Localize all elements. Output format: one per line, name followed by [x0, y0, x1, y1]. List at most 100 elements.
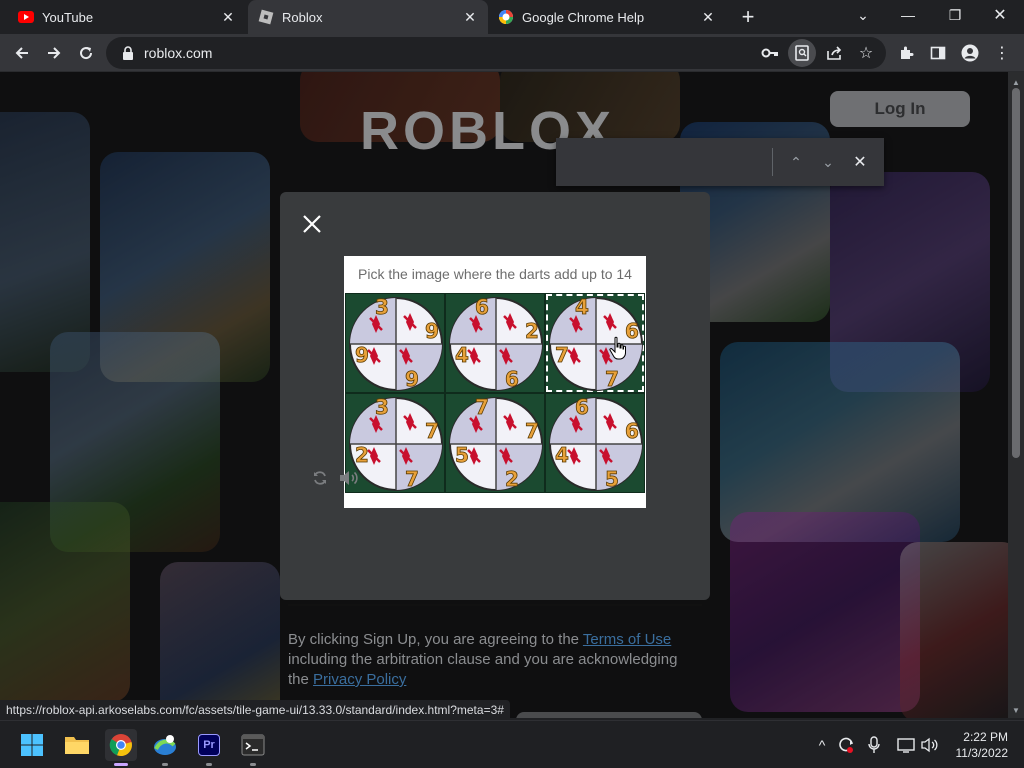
captcha-frame: Pick the image where the darts add up to… — [344, 256, 646, 508]
minimize-icon[interactable]: — — [888, 0, 928, 30]
system-clock[interactable]: 2:22 PM 11/3/2022 — [944, 729, 1009, 761]
dart-number: 9 — [425, 319, 439, 343]
file-explorer-icon[interactable] — [61, 729, 93, 761]
key-icon[interactable] — [756, 39, 784, 67]
find-bar: ⌃ ⌄ ✕ — [556, 138, 884, 186]
premiere-pro-label: Pr — [198, 734, 220, 756]
dartboard-image: 3999 — [349, 295, 443, 391]
new-tab-button[interactable]: + — [736, 4, 760, 29]
dart-number: 6 — [475, 295, 489, 319]
signup-button[interactable] — [516, 712, 702, 718]
find-close-icon[interactable]: ✕ — [848, 150, 872, 174]
terms-text: By clicking Sign Up, you are agreeing to… — [288, 630, 698, 690]
bookmark-star-icon[interactable]: ☆ — [852, 39, 880, 67]
running-app-indicator — [206, 763, 212, 766]
reload-page-icon[interactable] — [72, 39, 100, 67]
close-window-icon[interactable]: ✕ — [980, 0, 1020, 30]
dart-number: 9 — [405, 367, 419, 391]
captcha-tile[interactable]: 3999 — [345, 293, 445, 393]
tab-title: Roblox — [282, 9, 323, 25]
captcha-reload-icon[interactable] — [312, 470, 328, 486]
menu-kebab-icon[interactable]: ⋮ — [988, 39, 1016, 67]
dart-number: 2 — [505, 467, 519, 491]
dart-number: 3 — [375, 395, 389, 419]
network-icon[interactable] — [896, 735, 916, 755]
scrollbar-thumb[interactable] — [1012, 88, 1020, 458]
dartboard-image: 3 7 2 7 — [349, 395, 443, 491]
roblox-icon — [258, 9, 274, 25]
dart-number: 7 — [605, 367, 619, 391]
dart-number: 6 — [575, 395, 589, 419]
dartboard-image: 6246 — [449, 295, 543, 391]
dart-number: 5 — [455, 443, 469, 467]
scroll-down-icon[interactable]: ▼ — [1008, 702, 1024, 718]
lock-icon[interactable] — [116, 46, 140, 60]
captcha-tile[interactable]: 3 7 2 7 — [345, 393, 445, 493]
close-tab-icon[interactable]: ✕ — [700, 9, 716, 25]
running-app-indicator — [162, 763, 168, 766]
close-tab-icon[interactable]: ✕ — [220, 9, 236, 25]
tab-youtube[interactable]: YouTube ✕ — [8, 0, 246, 34]
dart-number: 7 — [425, 419, 439, 443]
captcha-tile-grid: 399962464677372777526645 — [345, 293, 645, 493]
dart-number: 2 — [355, 443, 369, 467]
url-text: roblox.com — [144, 45, 213, 61]
restore-icon[interactable]: ❐ — [935, 0, 975, 30]
google-icon — [498, 9, 514, 25]
captcha-tile[interactable]: 6645 — [545, 393, 645, 493]
dart-number: 4 — [555, 443, 569, 467]
update-sync-icon[interactable] — [836, 735, 856, 755]
page-content: ROBLOX Log In ⌃ ⌄ ✕ Pick the image where… — [0, 72, 1008, 718]
windows-taskbar: Pr ^ 2:22 PM 11/3/2022 — [0, 720, 1024, 768]
tab-chrome-help[interactable]: Google Chrome Help ✕ — [488, 0, 726, 34]
youtube-icon — [18, 9, 34, 25]
chrome-icon[interactable] — [105, 729, 137, 766]
volume-icon[interactable] — [920, 735, 940, 755]
dart-number: 3 — [375, 295, 389, 319]
close-tab-icon[interactable]: ✕ — [462, 9, 478, 25]
dart-number: 4 — [575, 295, 589, 319]
terms-prefix: By clicking Sign Up, you are agreeing to… — [288, 631, 583, 648]
login-button[interactable]: Log In — [830, 91, 970, 127]
captcha-audio-icon[interactable] — [338, 469, 360, 487]
dart-number: 2 — [525, 319, 539, 343]
dart-number: 7 — [525, 419, 539, 443]
extensions-icon[interactable] — [892, 39, 920, 67]
back-icon[interactable] — [8, 39, 36, 67]
find-next-icon[interactable]: ⌄ — [816, 150, 840, 174]
tab-search-icon[interactable]: ⌄ — [843, 0, 883, 30]
dart-number: 7 — [405, 467, 419, 491]
find-in-page-icon[interactable] — [788, 39, 816, 67]
running-app-indicator — [250, 763, 256, 766]
tab-strip: YouTube ✕ Roblox ✕ Google Chrome Help ✕ … — [0, 0, 1024, 34]
photos-icon[interactable] — [149, 729, 181, 766]
captcha-tile[interactable]: 6246 — [445, 293, 545, 393]
terminal-icon[interactable] — [237, 729, 269, 766]
terms-of-use-link[interactable]: Terms of Use — [583, 631, 671, 648]
dart-number: 7 — [555, 343, 569, 367]
show-hidden-icons-icon[interactable]: ^ — [812, 735, 832, 755]
privacy-policy-link[interactable]: Privacy Policy — [313, 671, 406, 688]
forward-icon[interactable] — [40, 39, 68, 67]
modal-close-icon[interactable] — [300, 212, 324, 236]
windows-start-icon[interactable] — [16, 729, 48, 761]
page-scrollbar[interactable]: ▲ ▼ — [1008, 72, 1024, 718]
captcha-prompt: Pick the image where the darts add up to… — [358, 266, 632, 282]
active-app-indicator — [114, 763, 128, 766]
find-previous-icon[interactable]: ⌃ — [784, 150, 808, 174]
side-panel-icon[interactable] — [924, 39, 952, 67]
tab-title: Google Chrome Help — [522, 9, 645, 25]
captcha-tile[interactable]: 7752 — [445, 393, 545, 493]
dart-number: 5 — [605, 467, 619, 491]
microphone-icon[interactable] — [864, 735, 884, 755]
profile-icon[interactable] — [956, 39, 984, 67]
tab-roblox[interactable]: Roblox ✕ — [248, 0, 488, 34]
find-bar-divider — [772, 148, 773, 176]
share-icon[interactable] — [820, 39, 848, 67]
form-divider — [288, 598, 702, 606]
clock-date: 11/3/2022 — [955, 746, 1009, 760]
captcha-tile[interactable]: 4677 — [545, 293, 645, 393]
premiere-pro-icon[interactable]: Pr — [193, 729, 225, 766]
dart-number: 7 — [475, 395, 489, 419]
dart-number: 6 — [505, 367, 519, 391]
